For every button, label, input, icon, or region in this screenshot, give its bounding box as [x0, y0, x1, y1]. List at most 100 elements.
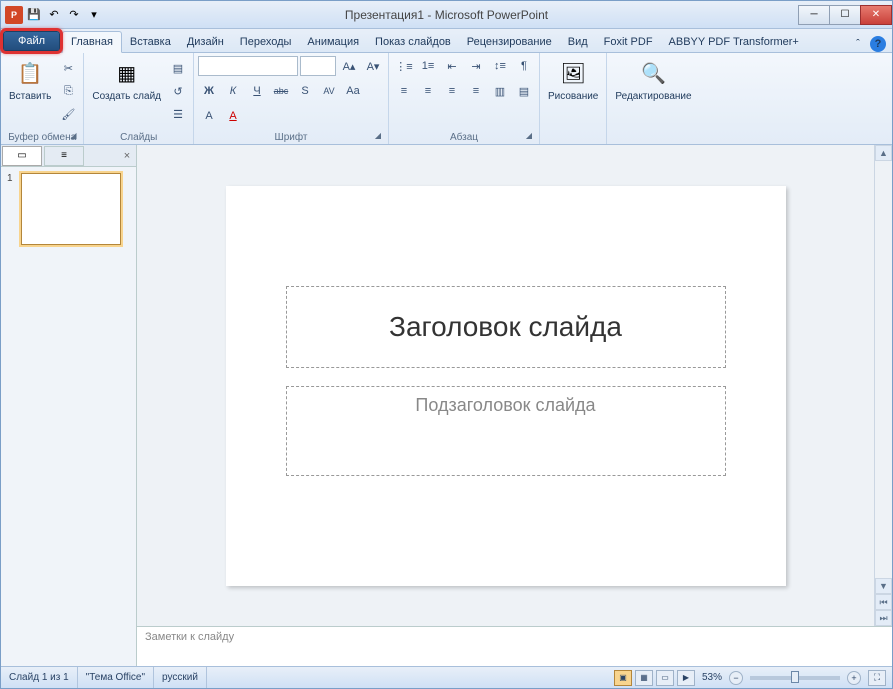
- change-case-button[interactable]: Aa: [342, 80, 364, 102]
- clear-formatting-icon[interactable]: A: [198, 105, 220, 127]
- align-center-button[interactable]: ≡: [417, 80, 439, 102]
- thumbnail-item[interactable]: 1: [7, 173, 130, 245]
- zoom-fit-button[interactable]: ⛶: [868, 670, 886, 686]
- zoom-in-button[interactable]: +: [847, 671, 861, 685]
- line-spacing-button[interactable]: ↕≡: [489, 55, 511, 77]
- align-left-button[interactable]: ≡: [393, 80, 415, 102]
- copy-icon[interactable]: ⎘: [57, 80, 79, 102]
- group-font: A▴ A▾ Ж К Ч abc S AV Aa A A Шрифт◢: [194, 53, 389, 144]
- app-icon[interactable]: P: [5, 6, 23, 24]
- thumbnail-preview[interactable]: [21, 173, 121, 245]
- group-clipboard: 📋 Вставить ✂ ⎘ 🖌 Буфер обмена◢: [1, 53, 84, 144]
- panel-tab-outline[interactable]: ≡: [44, 146, 84, 166]
- help-icon[interactable]: ?: [870, 36, 886, 52]
- paragraph-launcher-icon[interactable]: ◢: [523, 131, 535, 143]
- strike-button[interactable]: abc: [270, 80, 292, 102]
- section-icon[interactable]: ☰: [167, 103, 189, 125]
- prev-slide-icon[interactable]: ⏮: [875, 594, 892, 610]
- convert-smartart-button[interactable]: ▤: [513, 80, 535, 102]
- new-slide-button[interactable]: ▦ Создать слайд: [88, 55, 165, 104]
- clipboard-launcher-icon[interactable]: ◢: [67, 131, 79, 143]
- shadow-button[interactable]: S: [294, 80, 316, 102]
- panel-tab-slides[interactable]: ▭: [2, 146, 42, 166]
- tab-slideshow[interactable]: Показ слайдов: [367, 32, 459, 52]
- next-slide-icon[interactable]: ⏭: [875, 610, 892, 626]
- tab-insert[interactable]: Вставка: [122, 32, 179, 52]
- font-color-button[interactable]: A: [222, 105, 244, 127]
- close-button[interactable]: ✕: [860, 5, 892, 25]
- align-right-button[interactable]: ≡: [441, 80, 463, 102]
- font-size-select[interactable]: [300, 56, 336, 76]
- char-spacing-button[interactable]: AV: [318, 80, 340, 102]
- group-drawing-label: [544, 131, 602, 143]
- slide-canvas[interactable]: Заголовок слайда Подзаголовок слайда: [137, 145, 874, 626]
- view-reading-button[interactable]: ▭: [656, 670, 674, 686]
- vertical-scrollbar[interactable]: ▲ ▼ ⏮ ⏭: [874, 145, 892, 626]
- tab-home[interactable]: Главная: [62, 31, 122, 53]
- save-icon[interactable]: 💾: [25, 6, 43, 24]
- ribbon-collapse-icon[interactable]: ˆ: [850, 36, 866, 52]
- tab-abbyy[interactable]: ABBYY PDF Transformer+: [661, 32, 807, 52]
- panel-close-icon[interactable]: ×: [118, 150, 136, 162]
- columns-button[interactable]: ▥: [489, 80, 511, 102]
- layout-icon[interactable]: ▤: [167, 57, 189, 79]
- grow-font-icon[interactable]: A▴: [338, 55, 360, 77]
- tab-view[interactable]: Вид: [560, 32, 596, 52]
- undo-icon[interactable]: ↶: [45, 6, 63, 24]
- italic-button[interactable]: К: [222, 80, 244, 102]
- increase-indent-button[interactable]: ⇥: [465, 55, 487, 77]
- text-direction-button[interactable]: ¶: [513, 55, 535, 77]
- ribbon-tabs: Файл Главная Вставка Дизайн Переходы Ани…: [1, 29, 892, 53]
- tab-design[interactable]: Дизайн: [179, 32, 232, 52]
- decrease-indent-button[interactable]: ⇤: [441, 55, 463, 77]
- find-icon: 🔍: [637, 57, 669, 89]
- bullets-button[interactable]: ⋮≡: [393, 55, 415, 77]
- paste-button[interactable]: 📋 Вставить: [5, 55, 55, 104]
- group-drawing: 🖼 Рисование: [540, 53, 607, 144]
- view-slideshow-button[interactable]: ▶: [677, 670, 695, 686]
- bold-button[interactable]: Ж: [198, 80, 220, 102]
- maximize-button[interactable]: ☐: [829, 5, 861, 25]
- file-tab[interactable]: Файл: [3, 31, 60, 51]
- scroll-track[interactable]: [875, 161, 892, 578]
- shrink-font-icon[interactable]: A▾: [362, 55, 384, 77]
- status-language[interactable]: русский: [154, 667, 207, 688]
- qat-more-icon[interactable]: ▾: [85, 6, 103, 24]
- minimize-button[interactable]: ─: [798, 5, 830, 25]
- format-painter-icon[interactable]: 🖌: [57, 103, 79, 125]
- tab-review[interactable]: Рецензирование: [459, 32, 560, 52]
- thumbnail-list: 1: [1, 167, 136, 666]
- zoom-out-button[interactable]: −: [729, 671, 743, 685]
- numbering-button[interactable]: 1≡: [417, 55, 439, 77]
- editing-label: Редактирование: [615, 91, 691, 102]
- scroll-down-icon[interactable]: ▼: [875, 578, 892, 594]
- underline-button[interactable]: Ч: [246, 80, 268, 102]
- window-controls: ─ ☐ ✕: [799, 5, 892, 25]
- editing-button[interactable]: 🔍 Редактирование: [611, 55, 695, 104]
- drawing-button[interactable]: 🖼 Рисование: [544, 55, 602, 104]
- zoom-thumb[interactable]: [791, 671, 799, 683]
- font-launcher-icon[interactable]: ◢: [372, 131, 384, 143]
- title-placeholder[interactable]: Заголовок слайда: [286, 286, 726, 368]
- cut-icon[interactable]: ✂: [57, 57, 79, 79]
- thumbnail-number: 1: [7, 173, 17, 245]
- redo-icon[interactable]: ↷: [65, 6, 83, 24]
- ribbon: 📋 Вставить ✂ ⎘ 🖌 Буфер обмена◢ ▦ Создать…: [1, 53, 892, 145]
- group-slides: ▦ Создать слайд ▤ ↺ ☰ Слайды: [84, 53, 194, 144]
- reset-icon[interactable]: ↺: [167, 80, 189, 102]
- slide[interactable]: Заголовок слайда Подзаголовок слайда: [226, 186, 786, 586]
- tab-foxit[interactable]: Foxit PDF: [596, 32, 661, 52]
- drawing-label: Рисование: [548, 91, 598, 102]
- subtitle-placeholder[interactable]: Подзаголовок слайда: [286, 386, 726, 476]
- font-family-select[interactable]: [198, 56, 298, 76]
- zoom-slider[interactable]: [750, 676, 840, 680]
- view-normal-button[interactable]: ▣: [614, 670, 632, 686]
- notes-pane[interactable]: Заметки к слайду: [137, 626, 892, 666]
- tab-transitions[interactable]: Переходы: [232, 32, 300, 52]
- new-slide-label: Создать слайд: [92, 91, 161, 102]
- tab-animations[interactable]: Анимация: [299, 32, 367, 52]
- quick-access-toolbar: P 💾 ↶ ↷ ▾: [1, 6, 107, 24]
- scroll-up-icon[interactable]: ▲: [875, 145, 892, 161]
- view-sorter-button[interactable]: ▦: [635, 670, 653, 686]
- align-justify-button[interactable]: ≡: [465, 80, 487, 102]
